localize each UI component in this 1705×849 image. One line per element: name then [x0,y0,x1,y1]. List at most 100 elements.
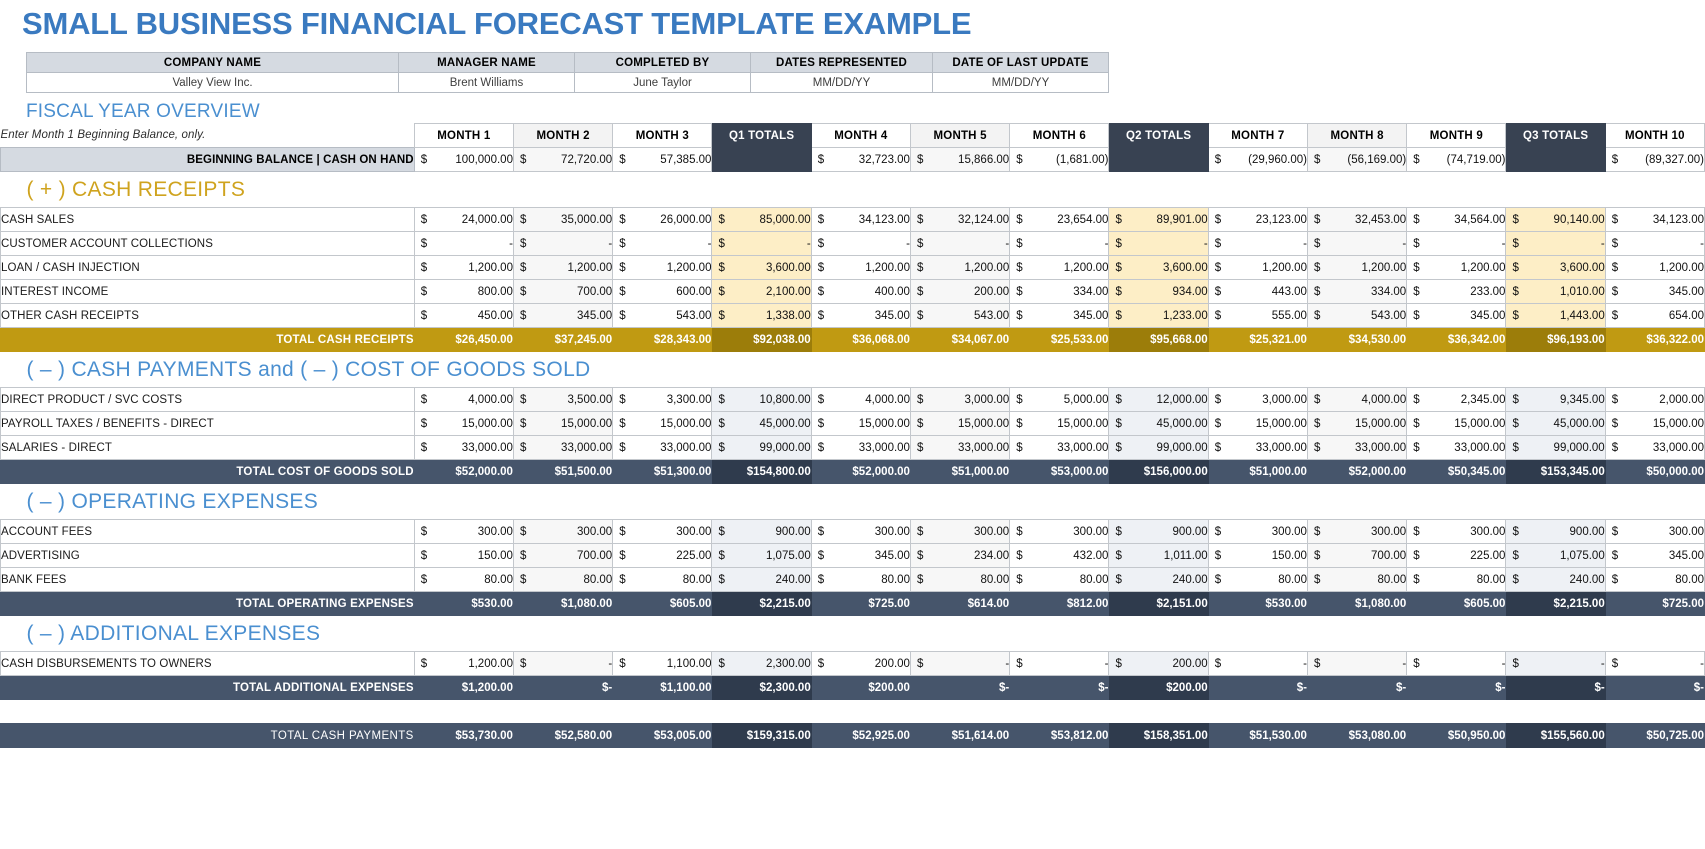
quarter-total-cell[interactable]: $1,011.00 [1108,543,1209,568]
quarter-total-cell[interactable]: $900.00 [1108,519,1209,544]
month-cell[interactable]: $34,530.00 [1306,327,1408,352]
month-header-month-10[interactable]: MONTH 10 [1604,123,1705,148]
quarter-total-cell[interactable]: $99,000.00 [1108,435,1209,460]
month-cell[interactable]: $300.00 [1207,519,1308,544]
quarter-total-cell[interactable]: $200.00 [1108,651,1209,676]
month-header-month-1[interactable]: MONTH 1 [413,123,514,148]
month-cell[interactable]: $234.00 [909,543,1011,568]
quarter-total-cell[interactable]: $1,443.00 [1505,303,1606,328]
month-cell[interactable]: $4,000.00 [413,387,514,412]
beginning-balance-cell[interactable]: $32,723.00 [810,147,911,172]
month-cell[interactable]: $15,000.00 [512,411,614,436]
quarter-total-cell[interactable]: $89,901.00 [1108,207,1209,232]
month-cell[interactable]: $1,200.00 [810,255,911,280]
month-cell[interactable]: $300.00 [1009,519,1110,544]
month-cell[interactable]: $15,000.00 [1009,411,1110,436]
month-cell[interactable]: $4,000.00 [1306,387,1408,412]
quarter-total-cell[interactable]: $240.00 [711,567,812,592]
month-cell[interactable]: $812.00 [1009,591,1110,616]
month-cell[interactable]: $2,345.00 [1406,387,1507,412]
month-cell[interactable]: $15,000.00 [1604,411,1705,436]
month-cell[interactable]: $32,453.00 [1306,207,1408,232]
month-cell[interactable]: $25,321.00 [1207,327,1308,352]
month-cell[interactable]: $15,000.00 [810,411,911,436]
quarter-total-cell[interactable]: $3,600.00 [711,255,812,280]
month-cell[interactable]: $26,000.00 [612,207,713,232]
quarter-total-cell[interactable]: $1,075.00 [711,543,812,568]
month-cell[interactable]: $36,342.00 [1406,327,1507,352]
month-cell[interactable]: $700.00 [512,279,614,304]
month-cell[interactable]: $53,730.00 [413,723,514,748]
month-cell[interactable]: $- [1406,231,1507,256]
month-cell[interactable]: $233.00 [1406,279,1507,304]
month-cell[interactable]: $35,000.00 [512,207,614,232]
month-cell[interactable]: $150.00 [413,543,514,568]
quarter-total-cell[interactable]: $900.00 [711,519,812,544]
month-cell[interactable]: $300.00 [612,519,713,544]
quarter-total-cell[interactable]: $92,038.00 [711,327,812,352]
quarter-total-cell[interactable]: $934.00 [1108,279,1209,304]
month-cell[interactable]: $80.00 [512,567,614,592]
month-cell[interactable]: $80.00 [1604,567,1705,592]
month-cell[interactable]: $150.00 [1207,543,1308,568]
month-cell[interactable]: $33,000.00 [810,435,911,460]
month-cell[interactable]: $725.00 [810,591,911,616]
month-cell[interactable]: $33,000.00 [413,435,514,460]
month-cell[interactable]: $52,580.00 [512,723,614,748]
month-cell[interactable]: $- [1306,675,1408,700]
quarter-total-cell[interactable]: $2,151.00 [1108,591,1209,616]
quarter-header-q1-totals[interactable]: Q1 TOTALS [711,123,812,148]
month-cell[interactable]: $200.00 [909,279,1011,304]
month-cell[interactable]: $225.00 [612,543,713,568]
quarter-total-cell[interactable]: $95,668.00 [1108,327,1209,352]
month-cell[interactable]: $52,000.00 [413,459,514,484]
month-cell[interactable]: $654.00 [1604,303,1705,328]
month-cell[interactable]: $443.00 [1207,279,1308,304]
month-cell[interactable]: $725.00 [1604,591,1705,616]
month-cell[interactable]: $543.00 [612,303,713,328]
month-cell[interactable]: $3,300.00 [612,387,713,412]
quarter-total-cell[interactable]: $2,300.00 [711,675,812,700]
beginning-balance-cell[interactable]: $ (29,960.00) [1207,147,1308,172]
month-cell[interactable]: $300.00 [512,519,614,544]
month-header-month-9[interactable]: MONTH 9 [1406,123,1507,148]
month-cell[interactable]: $300.00 [413,519,514,544]
month-cell[interactable]: $432.00 [1009,543,1110,568]
month-cell[interactable]: $345.00 [810,543,911,568]
month-cell[interactable]: $80.00 [413,567,514,592]
month-cell[interactable]: $52,000.00 [1306,459,1408,484]
month-cell[interactable]: $3,000.00 [1207,387,1308,412]
month-cell[interactable]: $52,000.00 [810,459,911,484]
quarter-total-cell[interactable]: $1,010.00 [1505,279,1606,304]
quarter-total-cell[interactable]: $- [1108,231,1209,256]
month-cell[interactable]: $- [909,231,1011,256]
month-header-month-6[interactable]: MONTH 6 [1009,123,1110,148]
month-cell[interactable]: $80.00 [612,567,713,592]
info-value-dates-represented[interactable]: MM/DD/YY [750,72,933,93]
month-cell[interactable]: $15,000.00 [909,411,1011,436]
quarter-total-cell[interactable]: $45,000.00 [1505,411,1606,436]
month-cell[interactable]: $1,200.00 [1406,255,1507,280]
month-cell[interactable]: $51,300.00 [612,459,713,484]
beginning-balance-cell[interactable]: $ (56,169.00) [1306,147,1408,172]
month-cell[interactable]: $53,000.00 [1009,459,1110,484]
month-cell[interactable]: $530.00 [413,591,514,616]
month-header-month-5[interactable]: MONTH 5 [909,123,1011,148]
month-cell[interactable]: $- [1207,675,1308,700]
month-cell[interactable]: $400.00 [810,279,911,304]
beginning-balance-cell[interactable]: $15,866.00 [909,147,1011,172]
month-cell[interactable]: $300.00 [1406,519,1507,544]
month-cell[interactable]: $345.00 [1009,303,1110,328]
month-cell[interactable]: $1,200.00 [909,255,1011,280]
month-cell[interactable]: $50,725.00 [1604,723,1705,748]
month-cell[interactable]: $32,124.00 [909,207,1011,232]
month-cell[interactable]: $334.00 [1306,279,1408,304]
month-cell[interactable]: $- [1306,231,1408,256]
month-cell[interactable]: $23,654.00 [1009,207,1110,232]
month-cell[interactable]: $- [909,651,1011,676]
quarter-total-cell[interactable]: $3,600.00 [1108,255,1209,280]
month-cell[interactable]: $53,005.00 [612,723,713,748]
month-cell[interactable]: $1,200.00 [1009,255,1110,280]
quarter-total-cell[interactable]: $159,315.00 [711,723,812,748]
month-cell[interactable]: $15,000.00 [612,411,713,436]
